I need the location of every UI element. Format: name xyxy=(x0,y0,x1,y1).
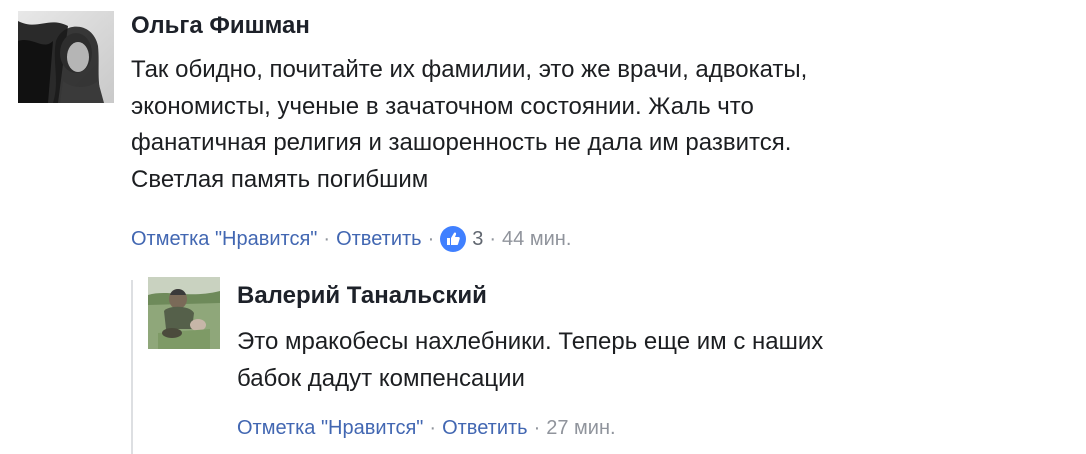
reply-text-line: бабок дадут компенсации xyxy=(237,364,525,392)
separator: · xyxy=(323,227,331,250)
reply-text-line: Это мракобесы нахлебники. Теперь еще им … xyxy=(237,328,824,355)
comment-text-line: Светлая память погибшим xyxy=(131,165,429,193)
reply-thread-line xyxy=(131,280,133,454)
separator: · xyxy=(429,416,437,439)
comment-text: Так обидно, почитайте их фамилии, это же… xyxy=(131,52,807,198)
reply-link[interactable]: Ответить xyxy=(442,417,528,440)
comment-text-line: экономисты, ученые в зачаточном состояни… xyxy=(131,92,754,120)
thumbs-up-icon[interactable] xyxy=(440,226,467,252)
reply-author-name[interactable]: Валерий Танальский xyxy=(237,282,487,310)
comment-text-line: фанатичная религия и зашоренность не дал… xyxy=(131,129,792,156)
separator: · xyxy=(489,227,497,250)
reply-timestamp[interactable]: 27 мин. xyxy=(546,417,615,440)
user-avatar[interactable] xyxy=(148,277,220,349)
user-avatar[interactable] xyxy=(18,11,114,103)
reply-actions: Отметка "Нравится" · Ответить · 27 мин. xyxy=(237,413,616,443)
comment-author-name[interactable]: Ольга Фишман xyxy=(131,12,310,40)
comment-actions: Отметка "Нравится" · Ответить · 3 · 44 м… xyxy=(131,224,571,254)
reaction-count[interactable]: 3 xyxy=(472,228,483,251)
comment-text-line: Так обидно, почитайте их фамилии, это же… xyxy=(131,56,808,83)
like-link[interactable]: Отметка "Нравится" xyxy=(237,417,423,440)
reply-text: Это мракобесы нахлебники. Теперь еще им … xyxy=(237,324,823,397)
separator: · xyxy=(533,416,541,439)
reply-link[interactable]: Ответить xyxy=(336,228,422,251)
comment-timestamp[interactable]: 44 мин. xyxy=(502,228,571,251)
separator: · xyxy=(427,227,435,250)
like-link[interactable]: Отметка "Нравится" xyxy=(131,228,317,251)
